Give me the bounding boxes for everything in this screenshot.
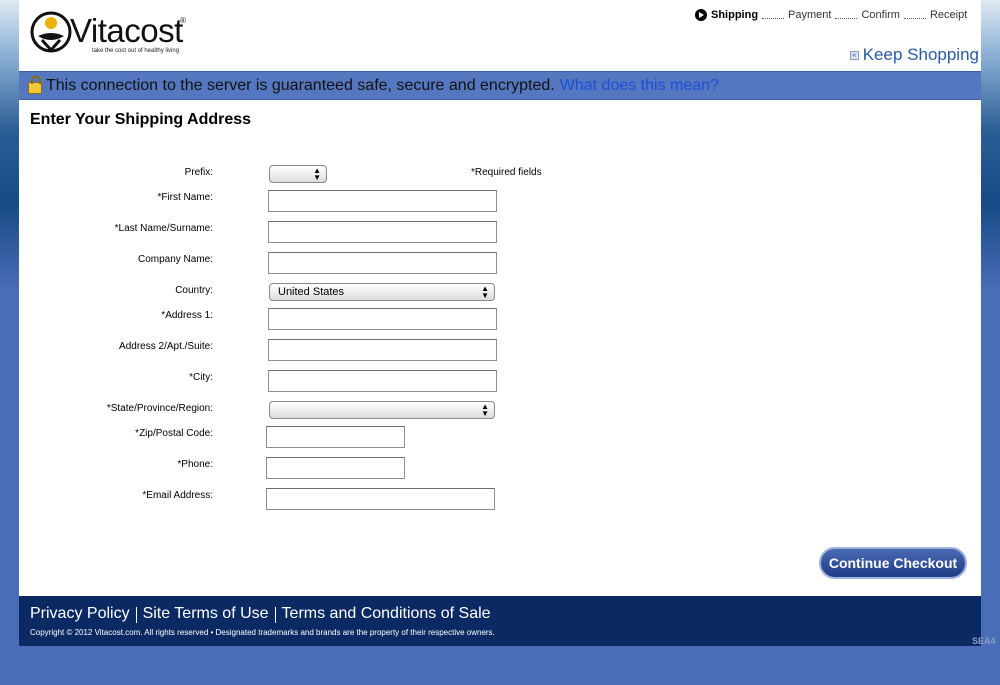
email-field[interactable] (266, 488, 495, 510)
country-select[interactable]: United States ▲ ▼ (269, 283, 495, 301)
step-label: Receipt (929, 9, 968, 21)
site-terms-link[interactable]: Site Terms of Use (143, 605, 269, 623)
step-label: Confirm (861, 9, 900, 21)
step-label: Payment (788, 9, 832, 21)
footer-divider (135, 607, 137, 623)
step-divider (835, 11, 858, 19)
continue-checkout-button[interactable]: Continue Checkout (819, 547, 967, 579)
state-label: *State/Province/Region: (106, 403, 213, 414)
form-title: Enter Your Shipping Address (30, 111, 252, 128)
checkout-page: Vitacost ® take the cost out of healthy … (19, 0, 981, 646)
address1-field[interactable] (268, 308, 497, 330)
select-arrows-icon: ▲ ▼ (481, 284, 489, 300)
back-arrow-icon: « (849, 50, 859, 60)
keep-shopping-link[interactable]: « Keep Shopping (849, 45, 979, 65)
phone-label: *Phone: (177, 459, 213, 470)
required-fields-note: *Required fields (471, 167, 542, 178)
country-value: United States (278, 286, 345, 298)
server-code: SEA4 (972, 636, 996, 646)
copyright-text: Copyright © 2012 Vitacost.com. All right… (30, 628, 495, 637)
logo-emblem-icon (30, 11, 72, 53)
current-step-arrow-icon (695, 9, 707, 21)
address2-field[interactable] (268, 339, 497, 361)
terms-of-sale-link[interactable]: Terms and Conditions of Sale (282, 605, 491, 623)
step-payment: Payment (788, 9, 831, 21)
prefix-label: Prefix: (184, 167, 213, 178)
step-receipt: Receipt (930, 9, 967, 21)
step-divider (903, 11, 926, 19)
step-label: Shipping (711, 9, 759, 21)
footer: Privacy Policy Site Terms of Use Terms a… (19, 596, 981, 646)
phone-field[interactable] (266, 457, 405, 479)
email-label: *Email Address: (142, 490, 213, 501)
footer-divider (274, 607, 276, 623)
first-name-field[interactable] (268, 190, 497, 212)
lock-icon (28, 75, 42, 94)
vitacost-logo[interactable]: Vitacost ® take the cost out of healthy … (30, 8, 190, 58)
state-select[interactable]: ▲ ▼ (269, 401, 495, 419)
logo-tagline: take the cost out of healthy living (92, 48, 180, 54)
logo-wordmark: Vitacost (70, 12, 183, 49)
city-label: *City: (189, 372, 213, 383)
last-name-field[interactable] (268, 221, 497, 243)
step-confirm: Confirm (861, 9, 900, 21)
what-does-this-mean-link[interactable]: What does this mean? (560, 77, 719, 95)
last-name-label: *Last Name/Surname: (114, 223, 213, 234)
first-name-label: *First Name: (157, 192, 213, 203)
company-label: Company Name: (137, 254, 213, 265)
privacy-policy-link[interactable]: Privacy Policy (30, 605, 130, 623)
select-arrows-icon: ▲ ▼ (313, 166, 321, 182)
prefix-select[interactable]: ▲ ▼ (269, 165, 327, 183)
address1-label: *Address 1: (161, 310, 213, 321)
zip-field[interactable] (266, 426, 405, 448)
secure-connection-bar: This connection to the server is guarant… (19, 71, 981, 100)
checkout-steps: Shipping Payment Confirm Receipt (695, 9, 967, 21)
country-label: Country: (175, 285, 213, 296)
step-divider (762, 11, 785, 19)
select-arrows-icon: ▲ ▼ (481, 402, 489, 418)
registered-mark: ® (180, 16, 186, 25)
keep-shopping-label: Keep Shopping (862, 45, 979, 64)
secure-message: This connection to the server is guarant… (46, 76, 555, 94)
zip-label: *Zip/Postal Code: (135, 428, 213, 439)
company-field[interactable] (268, 252, 497, 274)
address2-label: Address 2/Apt./Suite: (119, 341, 213, 352)
step-shipping: Shipping (695, 9, 758, 21)
footer-links: Privacy Policy Site Terms of Use Terms a… (30, 605, 491, 623)
city-field[interactable] (268, 370, 497, 392)
